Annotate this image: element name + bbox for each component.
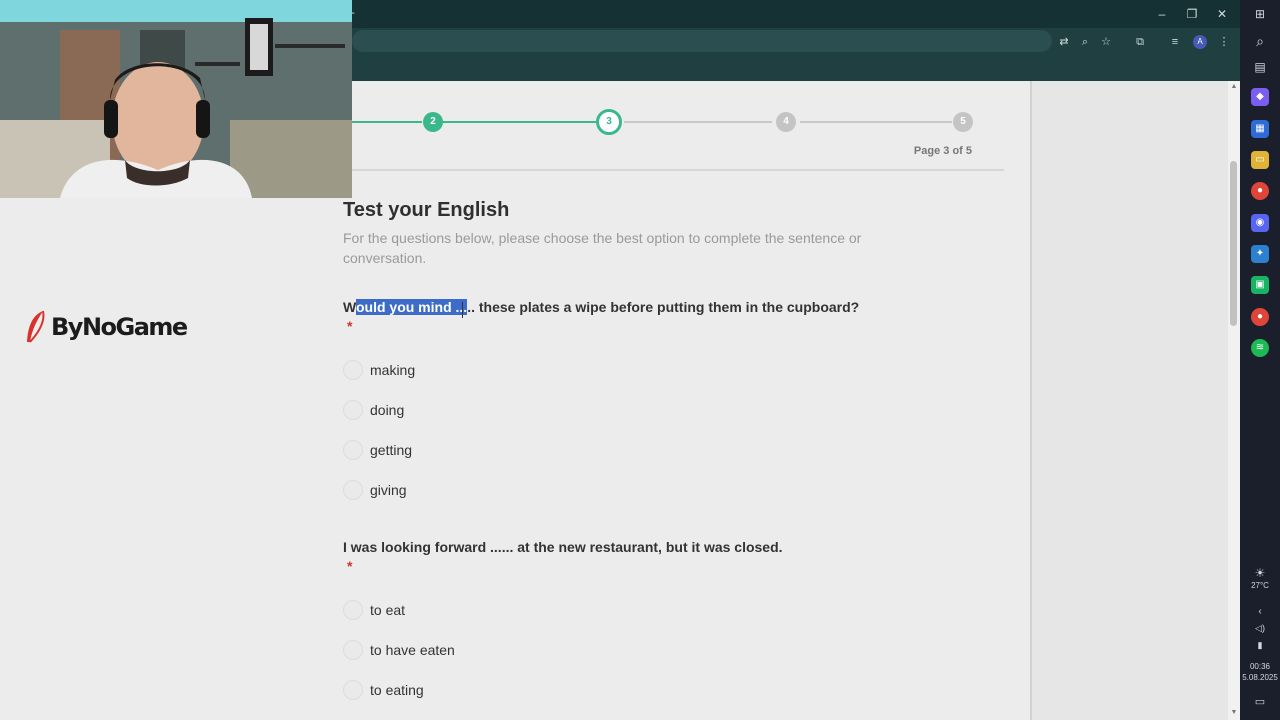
copilot-icon[interactable]: ◆ bbox=[1251, 88, 1269, 106]
progress-line-done bbox=[442, 121, 596, 123]
required-mark: * bbox=[347, 558, 353, 574]
bynogame-logo: ByNoGame bbox=[24, 310, 188, 344]
feather-icon bbox=[27, 310, 45, 343]
windows-taskbar: ⊞ ⌕ ▤ ◆ ▦ ▭ ● ◉ ✦ ▣ ● ≋ ☀ 27°C ‹ ◁) ▮ 00… bbox=[1240, 0, 1280, 720]
option-label: to eat bbox=[370, 602, 406, 618]
page-subtitle: For the questions below, please choose t… bbox=[343, 230, 862, 266]
progress-line-todo bbox=[624, 121, 772, 123]
translate-icon[interactable]: ⇄ bbox=[1057, 35, 1071, 49]
page-indicator: Page 3 of 5 bbox=[913, 145, 972, 157]
option-giving[interactable]: giving bbox=[343, 479, 407, 501]
star-icon[interactable]: ☆ bbox=[1099, 35, 1113, 49]
scroll-up-icon[interactable]: ▲ bbox=[1230, 83, 1238, 90]
radio-button[interactable] bbox=[343, 400, 363, 420]
media-icon[interactable]: ≡ bbox=[1168, 35, 1182, 49]
radio-button[interactable] bbox=[343, 680, 363, 700]
store-icon[interactable]: ▦ bbox=[1251, 120, 1269, 138]
progress-step-3: 3 bbox=[596, 109, 622, 135]
scroll-down-icon[interactable]: ▼ bbox=[1230, 709, 1238, 716]
webcam-image bbox=[0, 0, 352, 198]
page-title: Test your English bbox=[343, 199, 510, 221]
right-margin bbox=[1032, 81, 1228, 720]
menu-icon[interactable]: ⋮ bbox=[1217, 35, 1231, 49]
option-to-have-eaten[interactable]: to have eaten bbox=[343, 639, 455, 661]
chevron-left-icon[interactable]: ‹ bbox=[1240, 606, 1280, 617]
file-explorer-icon[interactable]: ▭ bbox=[1251, 151, 1269, 169]
minimize-icon[interactable]: – bbox=[1154, 6, 1170, 22]
chrome-profile-icon[interactable]: ● bbox=[1251, 308, 1269, 326]
scrollbar-thumb[interactable] bbox=[1230, 161, 1237, 326]
option-getting[interactable]: getting bbox=[343, 439, 412, 461]
volume-icon[interactable]: ◁) bbox=[1240, 623, 1280, 634]
radio-button[interactable] bbox=[343, 360, 363, 380]
question-1-selection: ould you mind ... bbox=[355, 299, 468, 315]
progress-bar: 2 3 4 5 Page 3 of 5 bbox=[352, 81, 1004, 171]
radio-button[interactable] bbox=[343, 440, 363, 460]
progress-line-done bbox=[352, 121, 422, 123]
spotify-icon[interactable]: ≋ bbox=[1251, 339, 1269, 357]
progress-step-4: 4 bbox=[776, 112, 796, 132]
option-making[interactable]: making bbox=[343, 359, 415, 381]
notification-icon[interactable]: ▭ bbox=[1240, 695, 1280, 708]
clock-date[interactable]: 5.08.2025 bbox=[1240, 673, 1280, 682]
option-label: doing bbox=[370, 402, 405, 418]
page-scrollbar[interactable]: ▲ ▼ bbox=[1228, 81, 1240, 720]
restore-icon[interactable]: ❐ bbox=[1184, 6, 1200, 22]
microphone-icon[interactable]: ▮ bbox=[1240, 640, 1280, 651]
avatar[interactable]: A bbox=[1193, 35, 1207, 49]
option-doing[interactable]: doing bbox=[343, 399, 404, 421]
question-1: Would you mind ..... these plates a wipe… bbox=[343, 299, 859, 315]
screen: + – ❐ ✕ ⇄ ⌕ ☆ ⧉ ≡ A ⋮ ByNoGame 2 3 4 5 P… bbox=[0, 0, 1280, 720]
logo-text: ByNoGame bbox=[51, 313, 188, 341]
app-icon[interactable]: ✦ bbox=[1251, 245, 1269, 263]
required-mark: * bbox=[347, 318, 353, 334]
radio-button[interactable] bbox=[343, 640, 363, 660]
windows-start-icon[interactable]: ⊞ bbox=[1240, 7, 1280, 21]
option-label: giving bbox=[370, 482, 407, 498]
task-view-icon[interactable]: ▤ bbox=[1240, 60, 1280, 74]
clock-time[interactable]: 00:36 bbox=[1240, 662, 1280, 671]
radio-button[interactable] bbox=[343, 600, 363, 620]
option-label: to eating bbox=[370, 682, 424, 698]
option-to-eat[interactable]: to eat bbox=[343, 599, 405, 621]
weather-icon[interactable]: ☀ bbox=[1240, 566, 1280, 580]
progress-step-5: 5 bbox=[953, 112, 973, 132]
progress-step-2: 2 bbox=[423, 112, 443, 132]
option-label: to have eaten bbox=[370, 642, 455, 658]
search-icon[interactable]: ⌕ bbox=[1240, 33, 1280, 50]
question-1-rest: .. these plates a wipe before putting th… bbox=[467, 299, 860, 315]
question-2: I was looking forward ...... at the new … bbox=[343, 539, 783, 555]
weather-temp[interactable]: 27°C bbox=[1240, 581, 1280, 590]
zoom-icon[interactable]: ⌕ bbox=[1078, 35, 1092, 49]
option-to-eating[interactable]: to eating bbox=[343, 679, 424, 701]
address-bar[interactable] bbox=[352, 30, 1052, 52]
option-label: making bbox=[370, 362, 416, 378]
chrome-icon[interactable]: ● bbox=[1251, 182, 1269, 200]
progress-line-todo bbox=[800, 121, 952, 123]
option-label: getting bbox=[370, 442, 413, 458]
question-1-prefix: W bbox=[343, 299, 356, 315]
messaging-app-icon[interactable]: ▣ bbox=[1251, 276, 1269, 294]
webcam-overlay bbox=[0, 0, 352, 198]
close-icon[interactable]: ✕ bbox=[1214, 6, 1230, 22]
discord-icon[interactable]: ◉ bbox=[1251, 214, 1269, 232]
extensions-icon[interactable]: ⧉ bbox=[1133, 35, 1147, 49]
text-cursor-icon bbox=[462, 302, 464, 318]
radio-button[interactable] bbox=[343, 480, 363, 500]
